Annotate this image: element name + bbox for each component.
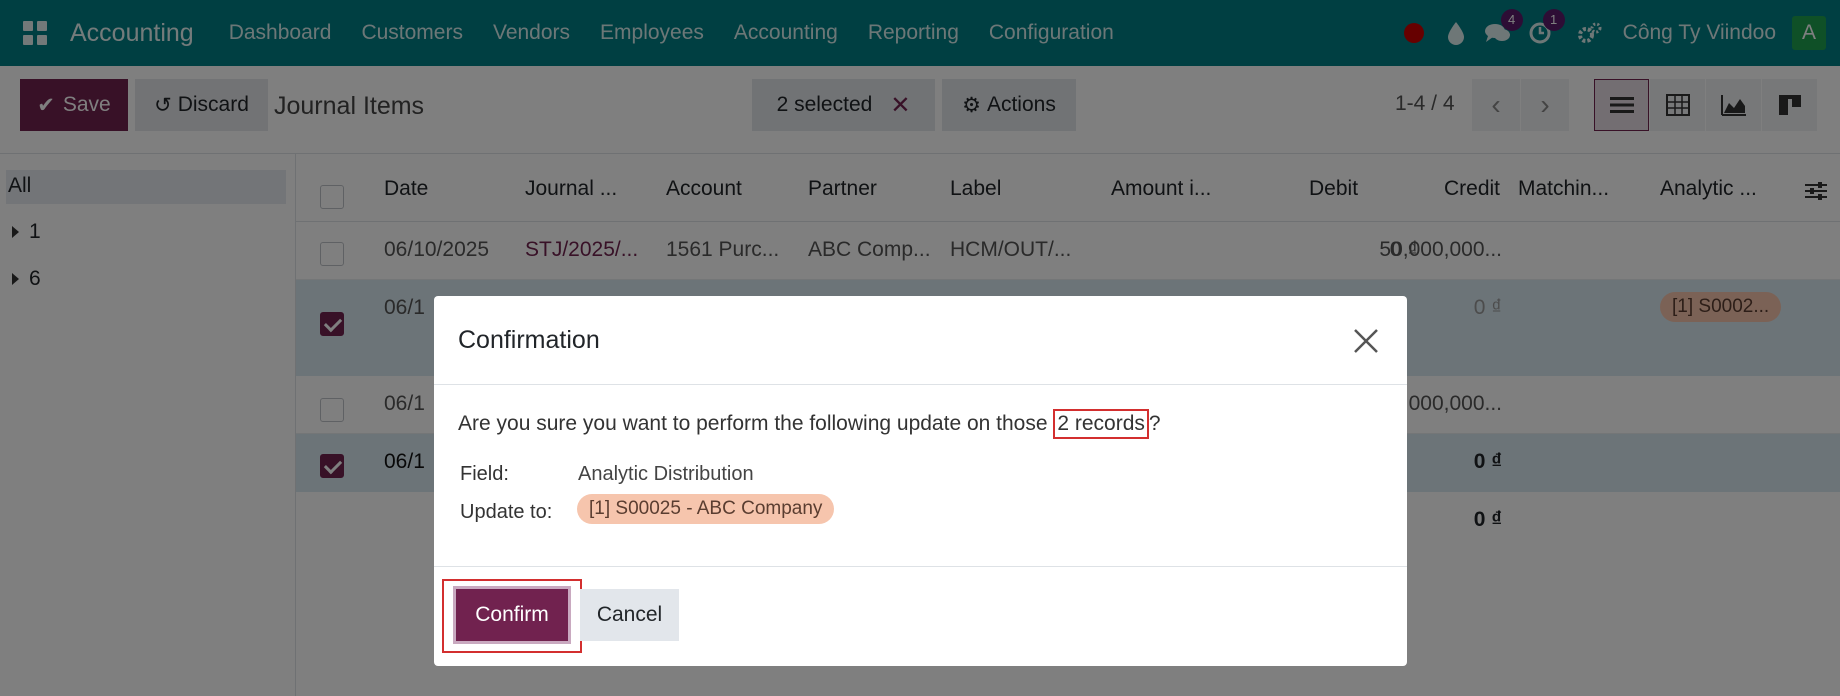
field-value: Analytic Distribution (578, 463, 754, 485)
field-label: Field: (460, 463, 509, 485)
confirmation-dialog: Confirmation Are you sure you want to pe… (434, 296, 1407, 666)
update-to-label: Update to: (460, 501, 553, 523)
close-icon[interactable] (1351, 326, 1381, 356)
confirmation-question: Are you sure you want to perform the fol… (458, 409, 1161, 439)
dialog-header: Confirmation (434, 296, 1407, 385)
cancel-button[interactable]: Cancel (580, 589, 679, 641)
confirm-button[interactable]: Confirm (456, 589, 568, 641)
update-value-tag: [1] S00025 - ABC Company (577, 494, 835, 524)
records-count-highlight: 2 records (1053, 409, 1149, 439)
question-end: ? (1148, 412, 1161, 435)
dialog-title: Confirmation (458, 326, 600, 354)
dialog-footer: Confirm Cancel (434, 566, 1407, 666)
dialog-body: Are you sure you want to perform the fol… (434, 385, 1407, 563)
question-text: Are you sure you want to perform the fol… (458, 412, 1054, 435)
